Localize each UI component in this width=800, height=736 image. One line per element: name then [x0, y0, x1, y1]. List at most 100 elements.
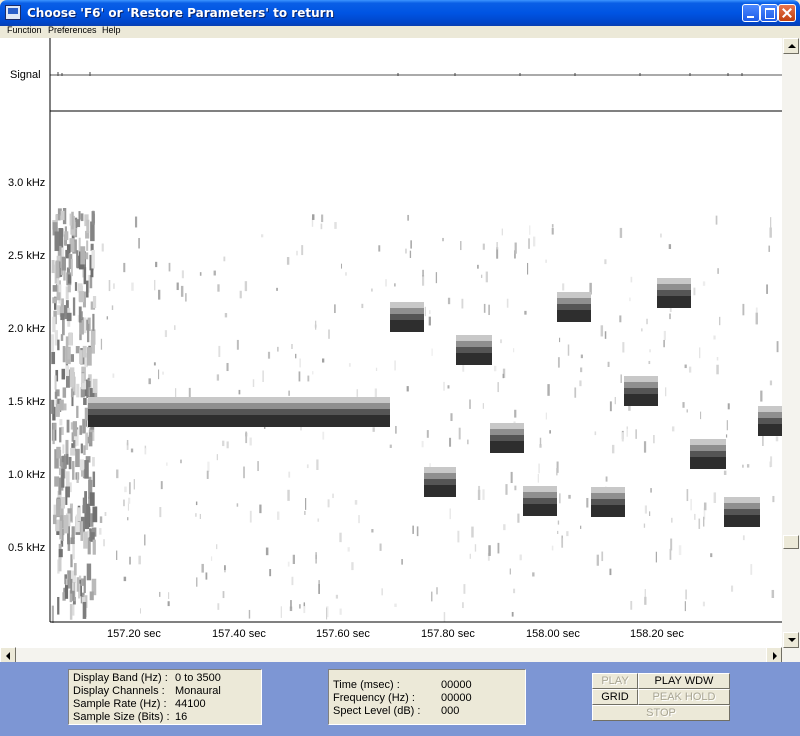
noise-speck [770, 217, 772, 229]
noise-speck [59, 399, 64, 411]
freq-label-2000: 2.0 kHz [8, 323, 46, 335]
noise-speck [280, 606, 282, 618]
stop-button[interactable]: STOP [592, 705, 730, 721]
noise-speck [67, 274, 72, 284]
maximize-button[interactable] [760, 4, 778, 22]
peak-hold-button[interactable]: PEAK HOLD [638, 689, 730, 705]
noise-speck [59, 520, 63, 540]
noise-speck [351, 562, 354, 571]
noise-speck [690, 498, 692, 511]
noise-speck [304, 510, 306, 515]
noise-speck [574, 387, 577, 398]
frequency-value: 00000 [441, 692, 472, 704]
noise-speck [375, 367, 378, 372]
play-button[interactable]: PLAY [592, 673, 638, 689]
play-window-button[interactable]: PLAY WDW [638, 673, 730, 689]
vertical-scroll-thumb[interactable] [783, 535, 799, 549]
noise-speck [287, 561, 290, 567]
noise-speck [199, 513, 201, 519]
minimize-button[interactable] [742, 4, 760, 22]
noise-speck [92, 471, 96, 488]
noise-speck [513, 348, 515, 353]
noise-speck [78, 306, 82, 323]
noise-speck [131, 282, 134, 291]
noise-speck [291, 344, 293, 350]
noise-speck [265, 547, 269, 556]
noise-speck [716, 356, 719, 361]
close-button[interactable] [778, 4, 796, 22]
vertical-scrollbar[interactable] [782, 38, 800, 648]
noise-speck [52, 285, 58, 292]
scroll-up-button[interactable] [783, 38, 799, 54]
time-label-2: 157.60 sec [316, 628, 370, 640]
noise-speck [335, 594, 339, 599]
noise-speck [201, 563, 204, 573]
noise-speck [669, 548, 672, 560]
noise-speck [485, 271, 488, 283]
noise-speck [148, 378, 151, 385]
noise-speck [128, 497, 131, 504]
menu-preferences[interactable]: Preferences [48, 25, 97, 35]
noise-speck [482, 403, 484, 409]
noise-speck [92, 295, 97, 308]
noise-speck [155, 261, 158, 268]
noise-speck [622, 342, 625, 353]
horizontal-scrollbar[interactable] [0, 647, 800, 663]
noise-speck [79, 425, 83, 435]
noise-speck [85, 252, 89, 260]
scroll-left-button[interactable] [0, 647, 16, 663]
app-icon[interactable] [5, 5, 21, 20]
noise-speck [596, 554, 599, 566]
noise-speck [168, 262, 171, 272]
menu-function[interactable]: Function [7, 25, 42, 35]
scroll-right-button[interactable] [766, 647, 782, 663]
noise-speck [471, 526, 474, 538]
noise-speck [385, 279, 387, 287]
noise-speck [76, 383, 80, 398]
noise-speck [381, 588, 383, 596]
noise-speck [407, 214, 410, 221]
noise-speck [138, 555, 141, 565]
noise-speck [70, 388, 73, 398]
noise-speck [372, 427, 375, 432]
noise-speck [528, 238, 530, 249]
scroll-down-button[interactable] [783, 632, 799, 648]
noise-speck [742, 303, 745, 316]
noise-speck [450, 413, 453, 422]
menu-help[interactable]: Help [102, 25, 121, 35]
noise-speck [580, 525, 582, 529]
noise-speck [51, 399, 55, 414]
noise-speck [180, 459, 182, 464]
noise-speck [276, 287, 278, 291]
noise-speck [70, 554, 73, 568]
noise-speck [75, 346, 80, 354]
noise-speck [461, 298, 464, 309]
noise-speck [62, 387, 67, 398]
noise-speck [345, 272, 347, 276]
noise-speck [83, 397, 87, 405]
noise-speck [217, 603, 220, 610]
noise-speck [635, 429, 637, 439]
noise-speck [138, 238, 140, 249]
noise-speck [216, 374, 220, 381]
noise-speck [159, 507, 162, 518]
noise-speck [694, 513, 696, 520]
noise-speck [65, 578, 68, 586]
noise-speck [226, 362, 229, 372]
noise-speck [533, 236, 536, 247]
tone-segment [758, 424, 782, 436]
noise-speck [82, 345, 87, 358]
arrow-right-icon [773, 652, 777, 660]
noise-speck [129, 556, 131, 565]
noise-speck [770, 456, 773, 467]
noise-speck [123, 499, 125, 507]
noise-speck [252, 379, 255, 387]
spectrogram-view[interactable]: Signal 3.0 kHz 2.5 kHz 2.0 kHz 1.5 kHz 1… [0, 38, 800, 648]
noise-speck [175, 388, 177, 398]
noise-speck [663, 339, 665, 348]
grid-button[interactable]: GRID [592, 689, 638, 705]
noise-speck [312, 214, 315, 220]
settings-info-box: Display Band (Hz) : 0 to 3500 Display Ch… [68, 669, 262, 725]
noise-speck [604, 331, 607, 339]
noise-speck [537, 473, 539, 483]
